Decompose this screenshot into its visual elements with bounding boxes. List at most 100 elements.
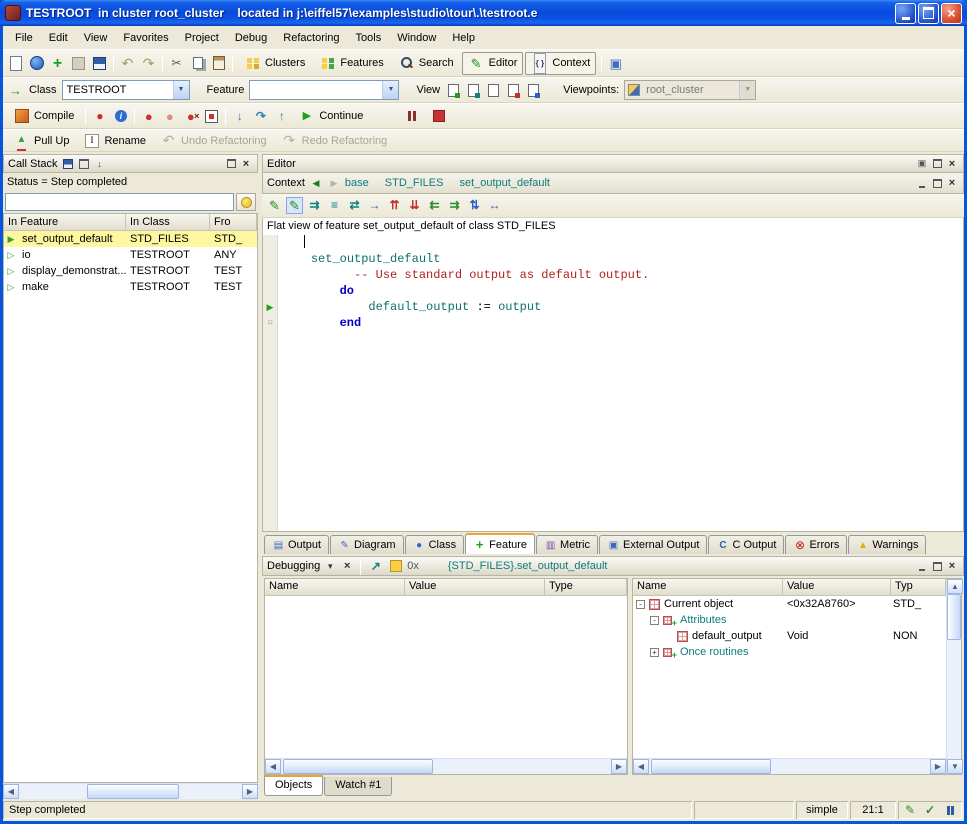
clusters-button[interactable]: Clusters <box>238 52 311 75</box>
scroll-right-icon[interactable]: ▶ <box>611 759 627 774</box>
save-icon[interactable] <box>91 55 108 72</box>
context-toggle-button[interactable]: Context <box>525 52 596 75</box>
pencil-icon[interactable] <box>902 802 919 819</box>
compile-button[interactable]: Compile <box>7 105 80 128</box>
check-icon[interactable] <box>922 802 939 819</box>
callees-icon[interactable] <box>446 197 463 214</box>
edit-clickable-icon[interactable] <box>286 197 303 214</box>
object-tree-row[interactable]: default_outputVoidNON <box>633 628 946 644</box>
view-edit-icon[interactable] <box>445 82 462 99</box>
maximize-button[interactable] <box>918 3 939 24</box>
redo-icon[interactable] <box>140 55 157 72</box>
note-icon[interactable] <box>387 558 404 575</box>
tab-diagram[interactable]: Diagram <box>330 535 404 554</box>
call-stack-row[interactable]: ▷makeTESTROOTTEST <box>4 279 257 295</box>
scroll-left-icon[interactable]: ◀ <box>633 759 649 774</box>
import-icon[interactable] <box>93 157 107 170</box>
maximize-icon[interactable] <box>930 177 944 190</box>
close-tool-icon[interactable] <box>340 560 354 573</box>
freeze-icon[interactable] <box>70 55 87 72</box>
call-stack-horizontal-scrollbar[interactable]: ◀ ▶ <box>3 783 258 799</box>
creators-icon[interactable] <box>466 197 483 214</box>
scrollbar-track[interactable] <box>947 594 961 759</box>
menu-edit[interactable]: Edit <box>41 29 76 47</box>
objects-horizontal-scrollbar[interactable]: ◀ ▶ <box>633 758 946 774</box>
object-tree-row[interactable]: +Once routines <box>633 644 946 660</box>
collapse-icon[interactable]: - <box>650 616 659 625</box>
scrollbar-track[interactable] <box>281 759 611 774</box>
menu-help[interactable]: Help <box>444 29 483 47</box>
call-stack-row[interactable]: ▷ioTESTROOTANY <box>4 247 257 263</box>
close-icon[interactable] <box>945 157 959 170</box>
object-tree-row[interactable]: -Current object<0x32A8760>STD_ <box>633 596 946 612</box>
search-button[interactable]: Search <box>392 52 460 75</box>
back-icon[interactable] <box>309 177 323 190</box>
show-breakpoints-icon[interactable] <box>203 108 220 125</box>
collapse-icon[interactable]: - <box>636 600 645 609</box>
scroll-right-icon[interactable]: ▶ <box>242 784 258 799</box>
menu-favorites[interactable]: Favorites <box>115 29 176 47</box>
editor-toggle-button[interactable]: Editor <box>462 52 524 75</box>
chevron-down-icon[interactable]: ▼ <box>382 81 398 99</box>
minimize-button[interactable] <box>895 3 916 24</box>
remove-breakpoints-icon[interactable] <box>182 108 199 125</box>
objects-tree[interactable]: -Current object<0x32A8760>STD_-Attribute… <box>633 596 946 758</box>
column-header[interactable]: Name <box>633 579 783 595</box>
call-stack-row[interactable]: ▶set_output_defaultSTD_FILESSTD_ <box>4 231 257 247</box>
paste-icon[interactable] <box>210 55 227 72</box>
info-icon[interactable] <box>112 108 129 125</box>
scrollbar-thumb[interactable] <box>651 759 771 774</box>
scrollbar-track[interactable] <box>19 784 242 799</box>
column-header[interactable]: In Feature <box>4 214 126 230</box>
close-icon[interactable] <box>945 177 959 190</box>
close-icon[interactable] <box>239 157 253 170</box>
raise-icon[interactable] <box>367 558 384 575</box>
menu-tools[interactable]: Tools <box>348 29 390 47</box>
minimize-icon[interactable] <box>915 177 929 190</box>
menu-file[interactable]: File <box>7 29 41 47</box>
stop-icon[interactable] <box>430 108 447 125</box>
scrollbar-track[interactable] <box>649 759 930 774</box>
descendants-icon[interactable] <box>406 197 423 214</box>
scrollbar-thumb[interactable] <box>283 759 433 774</box>
maximize-icon[interactable] <box>930 157 944 170</box>
breadcrumb-class[interactable]: STD_FILES <box>385 177 444 189</box>
column-header[interactable]: Type <box>545 579 627 595</box>
address-label[interactable]: 0x <box>407 560 419 572</box>
edit-icon[interactable] <box>266 197 283 214</box>
step-over-icon[interactable] <box>252 108 269 125</box>
enable-breakpoints-icon[interactable] <box>140 108 157 125</box>
view-break-icon[interactable] <box>505 82 522 99</box>
rename-button[interactable]: Rename <box>77 129 152 152</box>
tab-feature[interactable]: Feature <box>465 533 535 554</box>
view-plain-icon[interactable] <box>485 82 502 99</box>
maximize-icon[interactable] <box>224 157 238 170</box>
redo-refactoring-button[interactable]: Redo Refactoring <box>275 129 394 152</box>
close-button[interactable] <box>941 3 962 24</box>
step-out-icon[interactable] <box>273 108 290 125</box>
continue-button[interactable]: Continue <box>292 105 369 128</box>
column-header[interactable]: Value <box>405 579 545 595</box>
save-icon[interactable] <box>61 157 75 170</box>
tab-errors[interactable]: Errors <box>785 535 847 554</box>
scroll-down-icon[interactable]: ▼ <box>947 759 963 774</box>
address-icon[interactable] <box>306 197 323 214</box>
titlebar[interactable]: TESTROOT in cluster root_cluster located… <box>0 0 967 26</box>
chevron-down-icon[interactable]: ▼ <box>173 81 189 99</box>
class-combo[interactable]: TESTROOT▼ <box>62 80 190 100</box>
exception-button[interactable] <box>236 193 256 211</box>
tab-class[interactable]: Class <box>405 535 465 554</box>
object-tree-row[interactable]: -Attributes <box>633 612 946 628</box>
call-stack-row[interactable]: ▷display_demonstrat...TESTROOTTEST <box>4 263 257 279</box>
column-header[interactable]: In Class <box>126 214 210 230</box>
menu-refactoring[interactable]: Refactoring <box>275 29 347 47</box>
view-format-icon[interactable] <box>465 82 482 99</box>
scroll-up-icon[interactable]: ▲ <box>947 579 963 594</box>
ancestors-icon[interactable] <box>386 197 403 214</box>
column-header[interactable]: Fro <box>210 214 257 230</box>
forward-icon[interactable] <box>327 177 341 190</box>
callers-icon[interactable] <box>426 197 443 214</box>
pause-bars-icon[interactable] <box>942 802 959 819</box>
retarget-icon[interactable] <box>346 197 363 214</box>
open-file-icon[interactable] <box>366 197 383 214</box>
